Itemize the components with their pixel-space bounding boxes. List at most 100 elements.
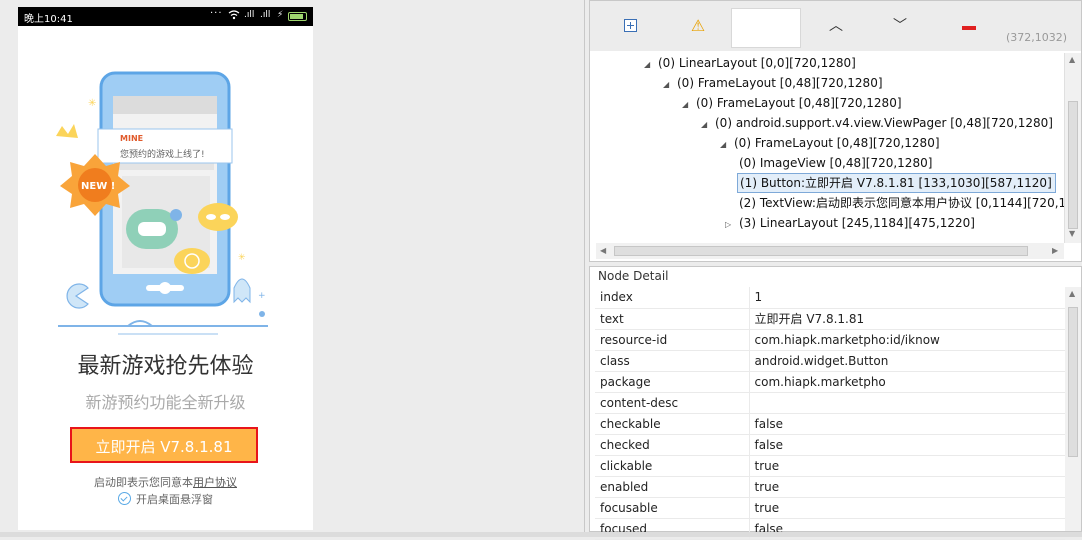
device-screen[interactable]: 晚上10:41 ··· .ıll .ıll ⚡ MINE 您预约的游戏上线了! … xyxy=(18,7,313,530)
tree-node[interactable]: (0) ImageView [0,48][720,1280] xyxy=(739,153,932,173)
tree-node-selected[interactable]: (1) Button:立即开启 V7.8.1.81 [133,1030][587… xyxy=(737,173,1056,193)
table-row[interactable]: checkable false xyxy=(595,413,1065,435)
table-row[interactable]: index 1 xyxy=(595,287,1065,309)
collapse-arrow-icon[interactable]: ◢ xyxy=(701,115,715,135)
subheadline: 新游预约功能全新升级 xyxy=(85,393,246,412)
property-value[interactable]: true xyxy=(749,497,1065,519)
expand-all-icon[interactable] xyxy=(620,15,644,39)
property-value[interactable]: android.widget.Button xyxy=(749,350,1065,372)
property-value[interactable]: false xyxy=(749,413,1065,435)
property-key: focusable xyxy=(595,497,750,519)
headline: 最新游戏抢先体验 xyxy=(77,354,254,379)
status-bar: 晚上10:41 ··· .ıll .ıll ⚡ xyxy=(18,7,313,26)
hierarchy-pane: ⚠ ︿ ﹀ (372,1032) ◢ (0) LinearLayout [0,0]… xyxy=(589,0,1082,262)
property-key: enabled xyxy=(595,476,750,498)
tree-node-label: (1) Button:立即开启 V7.8.1.81 [133,1030][587… xyxy=(740,176,1052,190)
arrow-up-icon[interactable]: ︿ xyxy=(824,15,848,39)
tree-node[interactable]: ◢ (0) LinearLayout [0,0][720,1280] xyxy=(644,53,856,73)
property-value[interactable]: false xyxy=(749,434,1065,456)
table-row[interactable]: clickable true xyxy=(595,455,1065,477)
float-window-label: 开启桌面悬浮窗 xyxy=(136,493,213,506)
svg-text:您预约的游戏上线了!: 您预约的游戏上线了! xyxy=(120,148,205,160)
screenshot-pane: 晚上10:41 ··· .ıll .ıll ⚡ MINE 您预约的游戏上线了! … xyxy=(0,0,585,532)
tree-node[interactable]: ◢ (0) FrameLayout [0,48][720,1280] xyxy=(682,93,902,113)
signal-icon: .ıll xyxy=(260,10,271,20)
tree-node-label: (0) android.support.v4.view.ViewPager [0… xyxy=(715,116,1053,130)
scroll-left-icon[interactable]: ◀ xyxy=(600,246,606,255)
expand-arrow-icon[interactable]: ▷ xyxy=(725,215,739,235)
svg-text:MINE: MINE xyxy=(120,134,143,143)
property-key: text xyxy=(595,308,750,330)
notification-dots: ··· xyxy=(210,8,223,19)
collapse-arrow-icon[interactable]: ◢ xyxy=(720,135,734,155)
scroll-right-icon[interactable]: ▶ xyxy=(1052,246,1058,255)
svg-text:+: + xyxy=(258,291,266,301)
battery-icon xyxy=(288,12,307,21)
svg-text:✳: ✳ xyxy=(88,98,96,109)
warning-icon[interactable]: ⚠ xyxy=(686,15,710,39)
float-window-toggle[interactable]: 开启桌面悬浮窗 xyxy=(118,490,213,507)
node-detail-title: Node Detail xyxy=(598,269,669,283)
property-value[interactable]: true xyxy=(749,455,1065,477)
table-row[interactable]: resource-id com.hiapk.marketpho:id/iknow xyxy=(595,329,1065,351)
property-value[interactable]: true xyxy=(749,476,1065,498)
hierarchy-tree[interactable]: ◢ (0) LinearLayout [0,0][720,1280] ◢ (0) F… xyxy=(596,53,1064,243)
wifi-icon xyxy=(228,10,240,23)
uiautomator-viewer: 晚上10:41 ··· .ıll .ıll ⚡ MINE 您预约的游戏上线了! … xyxy=(0,0,1082,540)
property-value[interactable]: 立即开启 V7.8.1.81 xyxy=(749,308,1065,330)
property-value[interactable]: com.hiapk.marketpho xyxy=(749,371,1065,393)
table-row[interactable]: class android.widget.Button xyxy=(595,350,1065,372)
scroll-down-icon[interactable]: ▼ xyxy=(1069,229,1075,238)
tree-horizontal-scrollbar[interactable]: ◀ ▶ xyxy=(596,243,1064,259)
table-row[interactable]: content-desc xyxy=(595,392,1065,414)
node-detail-table: index 1 text 立即开启 V7.8.1.81 resource-id com… xyxy=(595,287,1065,540)
tree-node-label: (0) FrameLayout [0,48][720,1280] xyxy=(696,96,902,110)
arrow-down-icon[interactable]: ﹀ xyxy=(888,15,912,39)
scrollbar-thumb[interactable] xyxy=(1068,101,1078,229)
status-time: 晚上10:41 xyxy=(24,14,73,25)
svg-text:NEW !: NEW ! xyxy=(81,181,115,192)
collapse-arrow-icon[interactable]: ◢ xyxy=(663,75,677,95)
user-agreement-link[interactable]: 用户协议 xyxy=(193,476,237,489)
table-row[interactable]: checked false xyxy=(595,434,1065,456)
scroll-up-icon[interactable]: ▲ xyxy=(1069,55,1075,64)
table-row[interactable]: focusable true xyxy=(595,497,1065,519)
collapse-arrow-icon[interactable]: ◢ xyxy=(682,95,696,115)
property-key: resource-id xyxy=(595,329,750,351)
signal-icon: .ıll xyxy=(244,10,255,20)
tree-node[interactable]: ◢ (0) FrameLayout [0,48][720,1280] xyxy=(663,73,883,93)
table-row[interactable]: package com.hiapk.marketpho xyxy=(595,371,1065,393)
property-key: checkable xyxy=(595,413,750,435)
tree-vertical-scrollbar[interactable]: ▲ ▼ xyxy=(1064,53,1081,243)
property-value[interactable]: 1 xyxy=(749,287,1065,309)
property-value[interactable] xyxy=(749,392,1065,414)
tree-node[interactable]: ◢ (0) FrameLayout [0,48][720,1280] xyxy=(720,133,940,153)
tree-node-label: (0) ImageView [0,48][720,1280] xyxy=(739,156,933,170)
detail-vertical-scrollbar[interactable]: ▲ xyxy=(1065,287,1081,531)
tree-node-label: (0) LinearLayout [0,0][720,1280] xyxy=(658,56,856,70)
agreement-text: 启动即表示您同意本用户协议 xyxy=(18,474,313,490)
property-key: package xyxy=(595,371,750,393)
tree-node[interactable]: (2) TextView:启动即表示您同意本用户协议 [0,1144][720,… xyxy=(739,193,1064,213)
property-key: content-desc xyxy=(595,392,750,414)
scroll-up-icon[interactable]: ▲ xyxy=(1069,289,1075,298)
table-row[interactable]: enabled true xyxy=(595,476,1065,498)
property-key: index xyxy=(595,287,750,309)
tree-node[interactable]: ◢ (0) android.support.v4.view.ViewPager [… xyxy=(701,113,1053,133)
scrollbar-thumb[interactable] xyxy=(1068,307,1078,457)
tree-node-label: (2) TextView:启动即表示您同意本用户协议 [0,1144][720,… xyxy=(739,196,1064,210)
collapse-arrow-icon[interactable]: ◢ xyxy=(644,55,658,75)
table-row[interactable]: text 立即开启 V7.8.1.81 xyxy=(595,308,1065,330)
pointer-coordinates: (372,1032) xyxy=(1006,31,1068,44)
scrollbar-thumb[interactable] xyxy=(614,246,1028,256)
search-input[interactable] xyxy=(731,8,801,48)
property-value[interactable]: com.hiapk.marketpho:id/iknow xyxy=(749,329,1065,351)
tree-node-label: (0) FrameLayout [0,48][720,1280] xyxy=(677,76,883,90)
toolbar: ⚠ ︿ ﹀ (372,1032) xyxy=(590,1,1081,51)
node-detail-pane: Node Detail index 1 text 立即开启 V7.8.1.81 re… xyxy=(589,266,1082,540)
charging-icon: ⚡ xyxy=(277,10,284,20)
remove-icon[interactable] xyxy=(958,15,982,39)
check-circle-icon[interactable] xyxy=(118,492,131,505)
tree-node[interactable]: ▷ (3) LinearLayout [245,1184][475,1220] xyxy=(725,213,975,233)
start-button[interactable]: 立即开启 V7.8.1.81 xyxy=(70,427,258,463)
